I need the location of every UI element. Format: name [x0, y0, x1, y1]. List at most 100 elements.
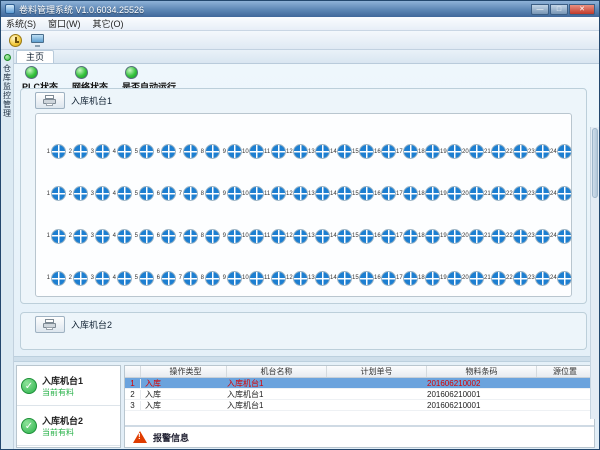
reel-position[interactable]: 4 [110, 144, 132, 159]
reel-position[interactable]: 22 [506, 186, 528, 201]
reel-position[interactable]: 6 [154, 186, 176, 201]
reel-position[interactable]: 3 [88, 229, 110, 244]
scrollbar-thumb[interactable] [592, 128, 598, 198]
menu-item[interactable]: 窗口(W) [48, 17, 81, 30]
reel-position[interactable]: 14 [330, 186, 352, 201]
column-header[interactable]: 物料条码 [427, 366, 537, 377]
reel-position[interactable]: 2 [66, 229, 88, 244]
horizontal-splitter[interactable] [14, 356, 599, 362]
reel-position[interactable]: 17 [396, 229, 418, 244]
reel-position[interactable]: 23 [528, 229, 550, 244]
reel-position[interactable]: 22 [506, 144, 528, 159]
reel-position[interactable]: 7 [176, 186, 198, 201]
reel-position[interactable]: 16 [374, 186, 396, 201]
menu-item[interactable]: 其它(O) [93, 17, 124, 30]
reel-position[interactable]: 1 [44, 229, 66, 244]
reel-position[interactable]: 3 [88, 271, 110, 286]
reel-position[interactable]: 18 [418, 186, 440, 201]
reel-position[interactable]: 3 [88, 144, 110, 159]
reel-position[interactable]: 11 [264, 186, 286, 201]
reel-position[interactable]: 4 [110, 229, 132, 244]
machine-status-item[interactable]: ✓入库机台2当前有料 [17, 406, 120, 446]
reel-position[interactable]: 2 [66, 271, 88, 286]
reel-position[interactable]: 23 [528, 144, 550, 159]
reel-position[interactable]: 2 [66, 186, 88, 201]
reel-position[interactable]: 10 [242, 271, 264, 286]
reel-position[interactable]: 19 [440, 229, 462, 244]
minimize-button[interactable]: — [531, 4, 549, 15]
reel-position[interactable]: 7 [176, 271, 198, 286]
reel-position[interactable]: 2 [66, 144, 88, 159]
reel-position[interactable]: 8 [198, 144, 220, 159]
reel-position[interactable]: 15 [352, 186, 374, 201]
reel-position[interactable]: 4 [110, 271, 132, 286]
close-button[interactable]: ✕ [569, 4, 595, 15]
reel-position[interactable]: 22 [506, 229, 528, 244]
reel-position[interactable]: 24 [550, 271, 572, 286]
reel-position[interactable]: 13 [308, 229, 330, 244]
reel-position[interactable]: 9 [220, 186, 242, 201]
column-header[interactable]: 源位置 [537, 366, 594, 377]
reel-position[interactable]: 14 [330, 229, 352, 244]
reel-position[interactable]: 21 [484, 186, 506, 201]
reel-position[interactable]: 14 [330, 271, 352, 286]
column-header[interactable]: 机台名称 [227, 366, 327, 377]
reel-position[interactable]: 5 [132, 271, 154, 286]
side-dock-tab[interactable]: 仓库监控管理 [1, 50, 14, 449]
reel-position[interactable]: 19 [440, 186, 462, 201]
reel-position[interactable]: 21 [484, 144, 506, 159]
column-header[interactable]: 计划单号 [327, 366, 427, 377]
tab-home[interactable]: 主页 [16, 50, 54, 63]
monitor-button[interactable] [29, 32, 47, 49]
reel-position[interactable]: 16 [374, 144, 396, 159]
reel-position[interactable]: 12 [286, 271, 308, 286]
reel-position[interactable]: 23 [528, 186, 550, 201]
reel-position[interactable]: 12 [286, 229, 308, 244]
reel-position[interactable]: 1 [44, 271, 66, 286]
clock-button[interactable] [6, 32, 24, 49]
reel-position[interactable]: 21 [484, 229, 506, 244]
reel-position[interactable]: 12 [286, 186, 308, 201]
reel-position[interactable]: 7 [176, 144, 198, 159]
machine-status-item[interactable]: ✓入库机台1当前有料 [17, 366, 120, 406]
reel-position[interactable]: 19 [440, 271, 462, 286]
reel-position[interactable]: 18 [418, 229, 440, 244]
reel-position[interactable]: 14 [330, 144, 352, 159]
reel-position[interactable]: 8 [198, 271, 220, 286]
reel-position[interactable]: 13 [308, 186, 330, 201]
reel-position[interactable]: 4 [110, 186, 132, 201]
reel-position[interactable]: 12 [286, 144, 308, 159]
vertical-scrollbar[interactable] [590, 127, 599, 419]
reel-position[interactable]: 1 [44, 144, 66, 159]
reel-position[interactable]: 5 [132, 229, 154, 244]
reel-position[interactable]: 11 [264, 229, 286, 244]
reel-position[interactable]: 21 [484, 271, 506, 286]
reel-position[interactable]: 17 [396, 271, 418, 286]
reel-position[interactable]: 3 [88, 186, 110, 201]
reel-position[interactable]: 10 [242, 186, 264, 201]
reel-position[interactable]: 13 [308, 271, 330, 286]
reel-position[interactable]: 9 [220, 229, 242, 244]
reel-position[interactable]: 10 [242, 229, 264, 244]
print-button[interactable] [35, 92, 65, 109]
reel-position[interactable]: 19 [440, 144, 462, 159]
reel-position[interactable]: 17 [396, 186, 418, 201]
reel-position[interactable]: 15 [352, 229, 374, 244]
table-row[interactable]: 2入库入库机台1201606210001 [125, 389, 594, 400]
reel-position[interactable]: 20 [462, 186, 484, 201]
reel-position[interactable]: 1 [44, 186, 66, 201]
reel-position[interactable]: 10 [242, 144, 264, 159]
reel-position[interactable]: 9 [220, 144, 242, 159]
reel-position[interactable]: 23 [528, 271, 550, 286]
reel-position[interactable]: 13 [308, 144, 330, 159]
reel-position[interactable]: 7 [176, 229, 198, 244]
table-row[interactable]: 1入库入库机台1201606210002 [125, 378, 594, 389]
maximize-button[interactable]: □ [550, 4, 568, 15]
reel-position[interactable]: 15 [352, 144, 374, 159]
reel-position[interactable]: 11 [264, 271, 286, 286]
title-bar[interactable]: 卷料管理系统 V1.0.6034.25526 — □ ✕ [1, 1, 599, 17]
reel-position[interactable]: 8 [198, 229, 220, 244]
menu-item[interactable]: 系统(S) [6, 17, 36, 30]
reel-position[interactable]: 20 [462, 271, 484, 286]
row-indicator-header[interactable] [125, 366, 141, 377]
